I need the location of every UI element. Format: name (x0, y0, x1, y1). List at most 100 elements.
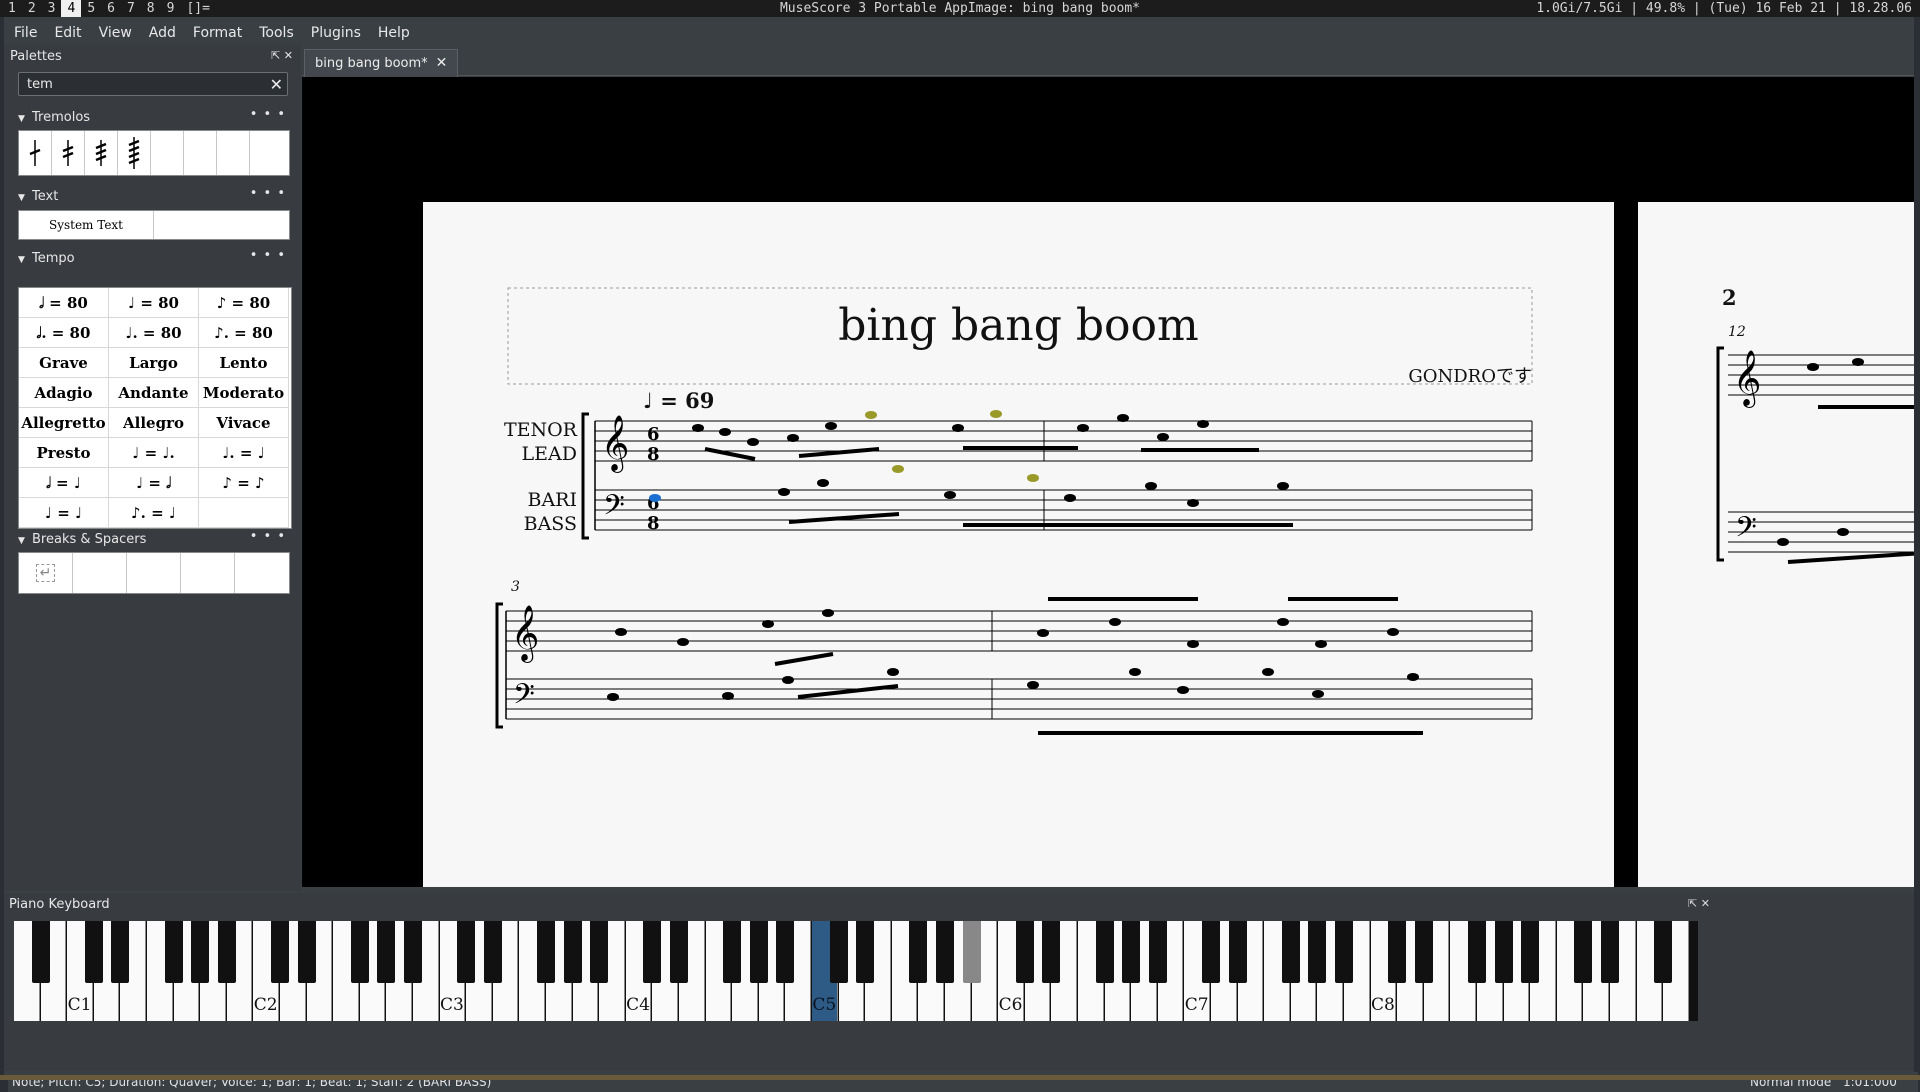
piano-black-key[interactable] (31, 921, 50, 983)
close-icon[interactable]: ✕ (284, 49, 293, 62)
tempo-item[interactable]: Vivace (199, 408, 289, 438)
collapse-triangle-icon[interactable]: ▼ (18, 255, 32, 265)
menu-format[interactable]: Format (183, 23, 249, 45)
piano-black-key[interactable] (1494, 921, 1513, 983)
piano-keys[interactable]: C1 C2 C3 C4 C5 C6 C7 C8 (14, 921, 1698, 1021)
piano-black-key[interactable] (1521, 921, 1540, 983)
piano-black-key[interactable] (350, 921, 369, 983)
tempo-item[interactable]: ♪. = ♩ (109, 498, 199, 528)
collapse-triangle-icon[interactable]: ▼ (18, 114, 32, 124)
piano-black-key[interactable] (749, 921, 768, 983)
piano-black-key[interactable] (1228, 921, 1247, 983)
score-page-1[interactable]: 𝄞 𝄢 6 8 6 8 𝄞 𝄢 bing bang boom GONDROです … (423, 202, 1614, 887)
piano-black-key[interactable] (1574, 921, 1593, 983)
piano-black-key[interactable] (483, 921, 502, 983)
tempo-item[interactable]: ♩ = 80 (109, 288, 199, 318)
collapse-triangle-icon[interactable]: ▼ (18, 193, 32, 203)
piano-black-key[interactable] (271, 921, 289, 983)
piano-black-key[interactable] (217, 921, 236, 983)
piano-black-key[interactable] (297, 921, 316, 983)
piano-black-key[interactable] (1042, 921, 1061, 983)
tempo-item[interactable]: Grave (19, 348, 109, 378)
piano-black-key[interactable] (563, 921, 582, 983)
system-text-item[interactable]: System Text (19, 211, 154, 239)
piano-black-key[interactable] (1468, 921, 1486, 983)
piano-black-key[interactable] (590, 921, 609, 983)
tempo-item[interactable]: ♩. = 80 (109, 318, 199, 348)
clear-search-icon[interactable]: ✕ (270, 73, 283, 97)
piano-black-key[interactable] (457, 921, 476, 983)
score-title[interactable]: bing bang boom (423, 300, 1614, 351)
piano-black-key[interactable] (909, 921, 928, 983)
system-break-icon[interactable]: ↵ (19, 553, 73, 593)
piano-black-key[interactable] (670, 921, 688, 983)
menu-file[interactable]: File (4, 23, 44, 45)
piano-black-key[interactable] (856, 921, 875, 983)
piano-black-key[interactable] (1601, 921, 1619, 983)
menu-edit[interactable]: Edit (44, 23, 88, 45)
piano-black-key[interactable] (723, 921, 742, 983)
section-header-breaks[interactable]: ▼ Breaks & Spacers • • • (18, 529, 288, 552)
menu-tools[interactable]: Tools (249, 23, 301, 45)
float-icon[interactable]: ⇱ (271, 49, 280, 62)
tempo-item[interactable]: ♩ = ♩ (19, 498, 109, 528)
menu-add[interactable]: Add (139, 23, 183, 45)
tremolo-3-icon[interactable] (85, 131, 118, 175)
piano-black-key[interactable] (1015, 921, 1034, 983)
tempo-item[interactable]: Lento (199, 348, 289, 378)
piano-black-key[interactable] (111, 921, 130, 983)
piano-black-key[interactable] (962, 921, 981, 983)
score-tab[interactable]: bing bang boom* ✕ (304, 49, 459, 78)
close-tab-icon[interactable]: ✕ (436, 55, 448, 71)
piano-black-key[interactable] (1388, 921, 1407, 983)
tempo-item[interactable]: ♩ = 𝅗𝅥 (109, 468, 199, 498)
piano-black-key[interactable] (377, 921, 396, 983)
section-header-text[interactable]: ▼ Text • • • (18, 186, 288, 209)
piano-black-key[interactable] (1414, 921, 1433, 983)
piano-black-key[interactable] (1202, 921, 1220, 983)
piano-black-key[interactable] (164, 921, 183, 983)
piano-black-key[interactable] (1308, 921, 1327, 983)
tempo-item[interactable]: ♩. = ♩ (199, 438, 289, 468)
float-icon[interactable]: ⇱ (1688, 897, 1697, 910)
palette-search-input[interactable]: tem ✕ (18, 72, 288, 96)
more-options-icon[interactable]: • • • (250, 107, 286, 122)
tempo-item[interactable]: ♪. = 80 (199, 318, 289, 348)
tempo-item[interactable]: ♩ = ♩. (109, 438, 199, 468)
collapse-triangle-icon[interactable]: ▼ (18, 536, 32, 546)
piano-black-key[interactable] (84, 921, 103, 983)
tremolo-4-icon[interactable] (118, 131, 151, 175)
tempo-item[interactable]: Largo (109, 348, 199, 378)
more-options-icon[interactable]: • • • (250, 248, 286, 263)
tempo-item[interactable]: Allegro (109, 408, 199, 438)
tempo-marking[interactable]: ♩ = 69 (643, 388, 714, 413)
tempo-item[interactable]: Moderato (199, 378, 289, 408)
piano-black-key[interactable] (776, 921, 795, 983)
section-header-tempo[interactable]: ▼ Tempo • • • (18, 248, 288, 271)
close-icon[interactable]: ✕ (1701, 897, 1710, 910)
tremolo-1-icon[interactable] (19, 131, 52, 175)
more-options-icon[interactable]: • • • (250, 186, 286, 201)
piano-black-key[interactable] (1095, 921, 1114, 983)
section-header-tremolos[interactable]: ▼ Tremolos • • • (18, 107, 288, 130)
menu-view[interactable]: View (89, 23, 139, 45)
menu-help[interactable]: Help (368, 23, 417, 45)
piano-black-key[interactable] (191, 921, 210, 983)
tempo-item[interactable]: 𝅗𝅥. = 80 (19, 318, 109, 348)
panel-controls[interactable]: ⇱ ✕ (1688, 897, 1710, 910)
panel-controls[interactable]: ⇱ ✕ (271, 49, 293, 62)
more-options-icon[interactable]: • • • (250, 529, 286, 544)
piano-black-key[interactable] (829, 921, 848, 983)
tempo-item[interactable]: Andante (109, 378, 199, 408)
piano-black-key[interactable] (537, 921, 555, 983)
tempo-item[interactable]: ♪ = ♪ (199, 468, 289, 498)
tempo-item[interactable]: Allegretto (19, 408, 109, 438)
score-page-2[interactable]: 2 12 𝄞 𝄢 (1638, 202, 1914, 887)
tempo-item[interactable]: Presto (19, 438, 109, 468)
tempo-item[interactable]: ♪ = 80 (199, 288, 289, 318)
piano-black-key[interactable] (1148, 921, 1167, 983)
piano-black-key[interactable] (936, 921, 954, 983)
score-composer[interactable]: GONDROです (1408, 362, 1532, 388)
piano-black-key[interactable] (404, 921, 422, 983)
piano-black-key[interactable] (1281, 921, 1300, 983)
